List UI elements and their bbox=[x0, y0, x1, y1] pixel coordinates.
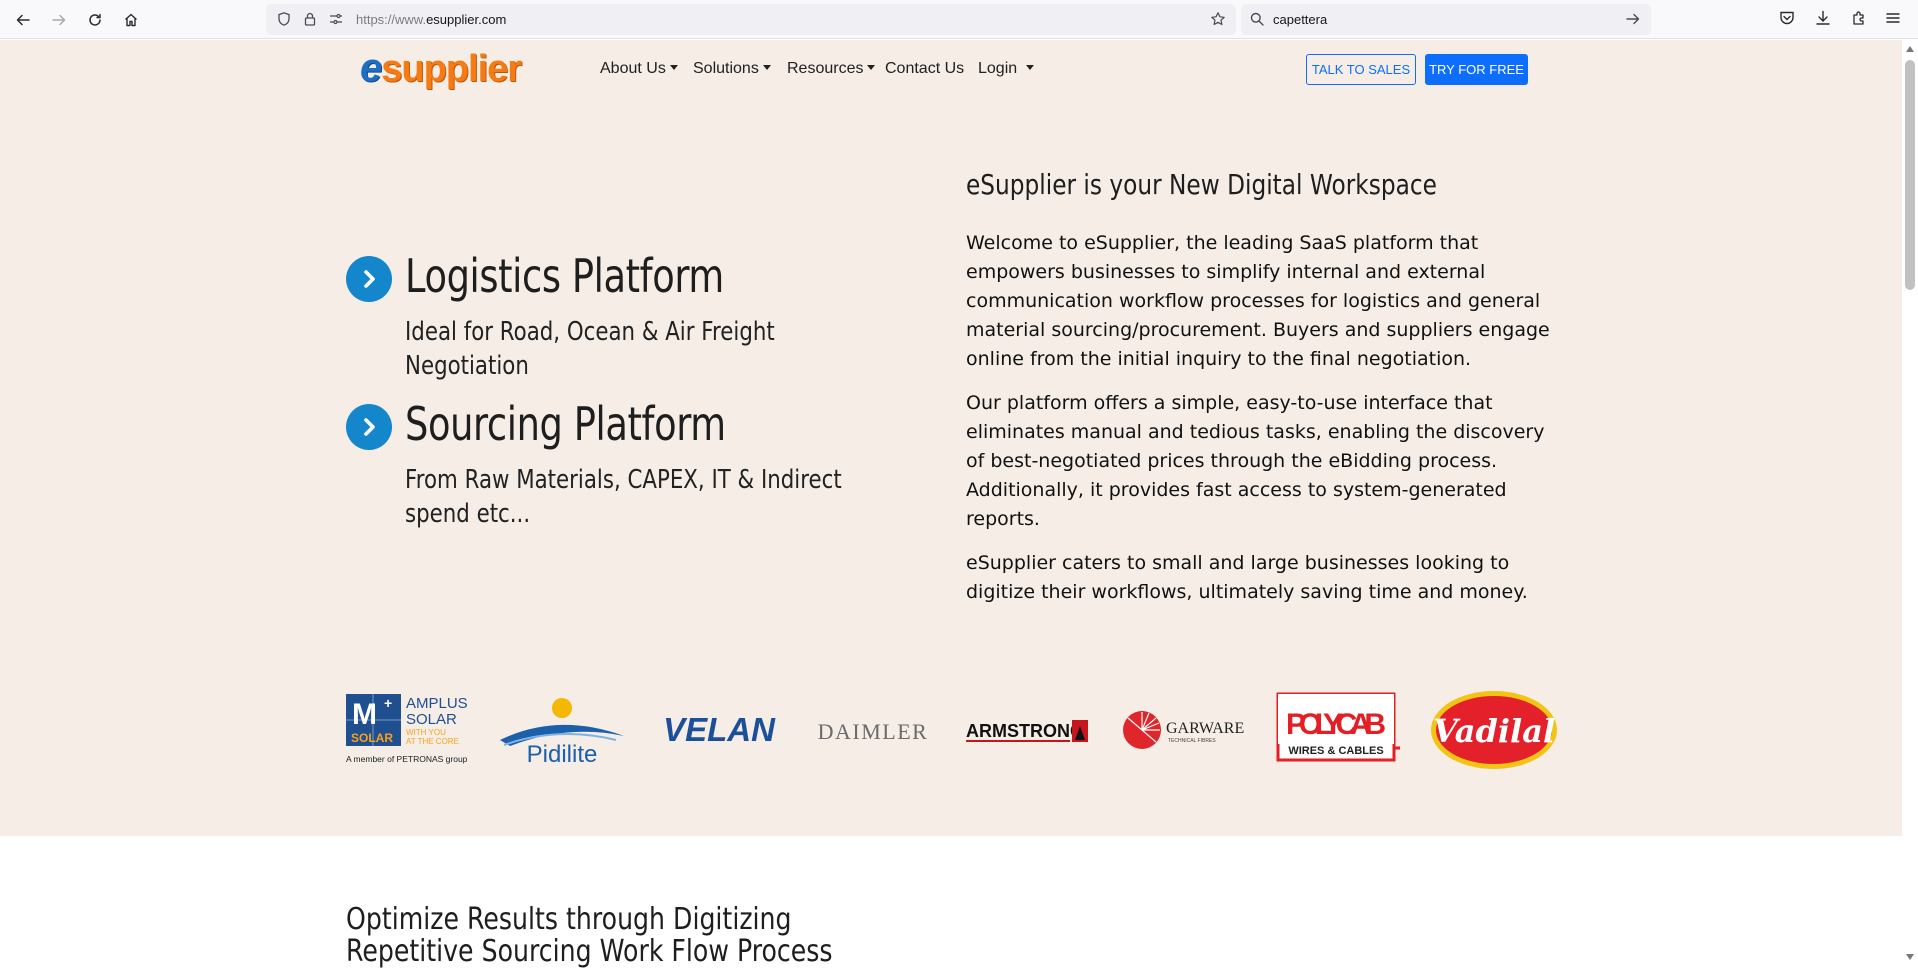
svg-text:TECHNICAL FIBRES: TECHNICAL FIBRES bbox=[1168, 738, 1216, 744]
chevron-right-circle-icon bbox=[346, 256, 392, 302]
bookmark-star-icon[interactable] bbox=[1210, 11, 1226, 27]
menu-icon[interactable] bbox=[1884, 9, 1902, 27]
svg-text:WIRES & CABLES: WIRES & CABLES bbox=[1288, 745, 1383, 757]
esupplier-logo[interactable]: esupplier bbox=[360, 46, 522, 90]
permissions-icon[interactable] bbox=[328, 11, 344, 27]
daimler-logo: DAIMLER bbox=[812, 690, 934, 770]
svg-text:Pidilite: Pidilite bbox=[527, 741, 598, 768]
svg-text:AMPLUS: AMPLUS bbox=[406, 695, 468, 712]
svg-text:SOLAR: SOLAR bbox=[406, 711, 457, 728]
svg-text:DAIMLER: DAIMLER bbox=[818, 719, 929, 744]
browser-toolbar: https://www.esupplier.com capettera bbox=[0, 0, 1918, 39]
search-query[interactable]: capettera bbox=[1273, 12, 1327, 27]
vadilal-logo: Vadilal bbox=[1428, 690, 1560, 770]
search-bar[interactable]: capettera bbox=[1241, 4, 1651, 35]
nav-resources[interactable]: Resources bbox=[787, 60, 876, 78]
garware-logo: GARWARE TECHNICAL FIBRES bbox=[1120, 690, 1250, 770]
svg-text:GARWARE: GARWARE bbox=[1166, 720, 1244, 737]
address-bar[interactable]: https://www.esupplier.com bbox=[266, 4, 1236, 35]
arrow-left-icon bbox=[16, 14, 30, 26]
intro-paragraph: eSupplier caters to small and large busi… bbox=[966, 552, 1528, 603]
velan-logo: VELAN bbox=[658, 690, 780, 770]
search-icon bbox=[1250, 12, 1264, 26]
nav-about-us[interactable]: About Us bbox=[600, 60, 678, 78]
intro-paragraph: Welcome to eSupplier, the leading SaaS p… bbox=[966, 232, 1550, 370]
sourcing-platform-subtitle: From Raw Materials, CAPEX, IT & Indirect… bbox=[405, 465, 842, 529]
extensions-icon[interactable] bbox=[1850, 9, 1868, 27]
reload-icon bbox=[89, 13, 101, 26]
amplus-solar-logo: M + SOLAR AMPLUS SOLAR WITH YOU AT THE C… bbox=[344, 690, 474, 770]
logistics-platform-subtitle: Ideal for Road, Ocean & Air Freight Nego… bbox=[405, 317, 775, 381]
svg-text:A member of PETRONAS group: A member of PETRONAS group bbox=[346, 754, 468, 764]
home-button[interactable] bbox=[118, 7, 144, 33]
svg-text:Vadilal: Vadilal bbox=[1433, 712, 1555, 750]
pidilite-logo: Pidilite bbox=[498, 690, 626, 770]
armstrong-logo: ARMSTRONG bbox=[962, 690, 1090, 770]
svg-text:M: M bbox=[352, 698, 377, 731]
intro-title: eSupplier is your New Digital Workspace bbox=[966, 168, 1437, 201]
logistics-platform-title[interactable]: Logistics Platform bbox=[405, 249, 724, 303]
svg-text:VELAN: VELAN bbox=[663, 711, 776, 748]
url-text[interactable]: https://www.esupplier.com bbox=[356, 12, 506, 27]
svg-text:POLYCAB: POLYCAB bbox=[1286, 708, 1386, 741]
caret-down-icon bbox=[1026, 64, 1035, 70]
arrow-right-icon bbox=[52, 14, 66, 26]
scroll-up-arrow-icon[interactable] bbox=[1905, 44, 1915, 54]
svg-text:AT THE CORE: AT THE CORE bbox=[406, 737, 459, 746]
scroll-down-arrow-icon[interactable] bbox=[1905, 952, 1915, 962]
svg-text:WITH YOU: WITH YOU bbox=[406, 728, 446, 737]
caret-down-icon bbox=[867, 64, 876, 70]
home-icon bbox=[125, 13, 137, 27]
intro-paragraph: Our platform offers a simple, easy-to-us… bbox=[966, 392, 1545, 530]
nav-contact-us[interactable]: Contact Us bbox=[885, 60, 964, 78]
svg-text:+: + bbox=[384, 695, 392, 711]
page-viewport: esupplier About Us Solutions Resources C… bbox=[0, 40, 1902, 968]
forward-button[interactable] bbox=[46, 7, 72, 33]
chevron-right-circle-icon bbox=[346, 404, 392, 450]
svg-text:ARMSTRONG: ARMSTRONG bbox=[966, 721, 1084, 741]
caret-down-icon bbox=[669, 64, 678, 70]
reload-button[interactable] bbox=[82, 7, 108, 33]
shield-icon[interactable] bbox=[276, 11, 292, 27]
optimize-results-heading: Optimize Results through Digitizing Repe… bbox=[346, 902, 833, 968]
lock-icon[interactable] bbox=[302, 11, 318, 27]
talk-to-sales-button[interactable]: TALK TO SALES bbox=[1306, 54, 1416, 85]
download-icon[interactable] bbox=[1814, 9, 1832, 27]
pocket-icon[interactable] bbox=[1778, 9, 1796, 27]
polycab-logo: POLYCAB WIRES & CABLES bbox=[1274, 690, 1402, 770]
caret-down-icon bbox=[762, 64, 771, 70]
back-button[interactable] bbox=[10, 7, 36, 33]
hero-section: esupplier About Us Solutions Resources C… bbox=[0, 40, 1902, 836]
sourcing-platform-title[interactable]: Sourcing Platform bbox=[405, 397, 726, 451]
nav-solutions[interactable]: Solutions bbox=[693, 60, 771, 78]
nav-login[interactable]: Login bbox=[978, 60, 1035, 78]
svg-text:SOLAR: SOLAR bbox=[351, 731, 393, 745]
scrollbar-thumb[interactable] bbox=[1905, 60, 1915, 290]
try-for-free-button[interactable]: TRY FOR FREE bbox=[1425, 54, 1528, 85]
go-arrow-icon[interactable] bbox=[1625, 11, 1641, 27]
